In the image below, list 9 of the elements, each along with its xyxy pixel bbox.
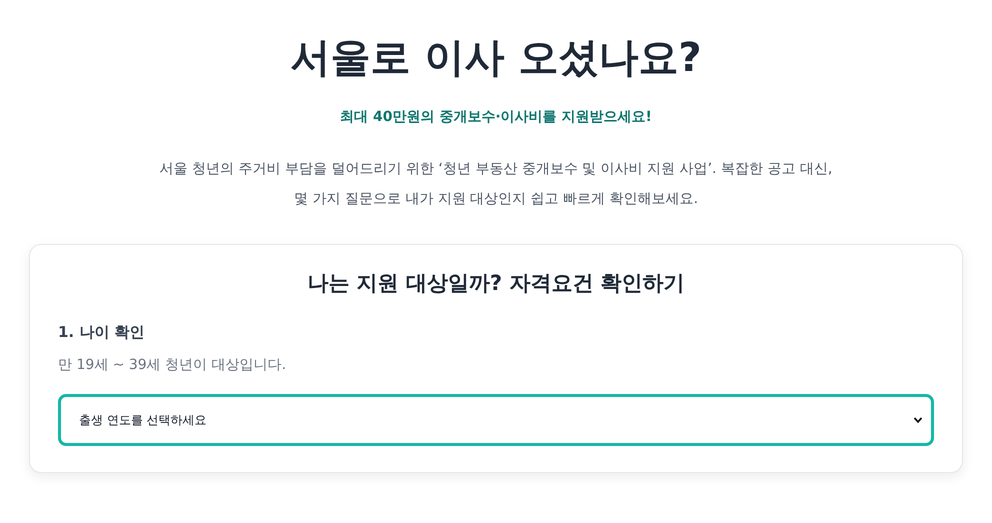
chevron-down-icon xyxy=(913,415,923,425)
description-text: 몇 가지 질문으로 내가 지원 대상인지 쉽고 빠르게 확인해보세요. xyxy=(294,190,698,209)
subtitle: 최대 40만원의 중개보수·이사비를 지원받으세요! xyxy=(340,108,652,126)
birth-year-select[interactable]: 출생 연도를 선택하세요 xyxy=(58,394,934,446)
step-hint: 만 19세 ~ 39세 청년이 대상입니다. xyxy=(58,356,288,374)
description-text: 서울 청년의 주거비 부담을 덜어드리기 위한 ‘청년 부동산 중개보수 및 이사비 지원 사업’. 복잡한 공고 대신, xyxy=(160,160,832,179)
page-title: 서울로 이사 오셨나요? xyxy=(290,34,702,83)
card-title: 나는 지원 대상일까? 자격요건 확인하기 xyxy=(307,270,685,297)
step-label: 1. 나이 확인 xyxy=(58,323,146,342)
